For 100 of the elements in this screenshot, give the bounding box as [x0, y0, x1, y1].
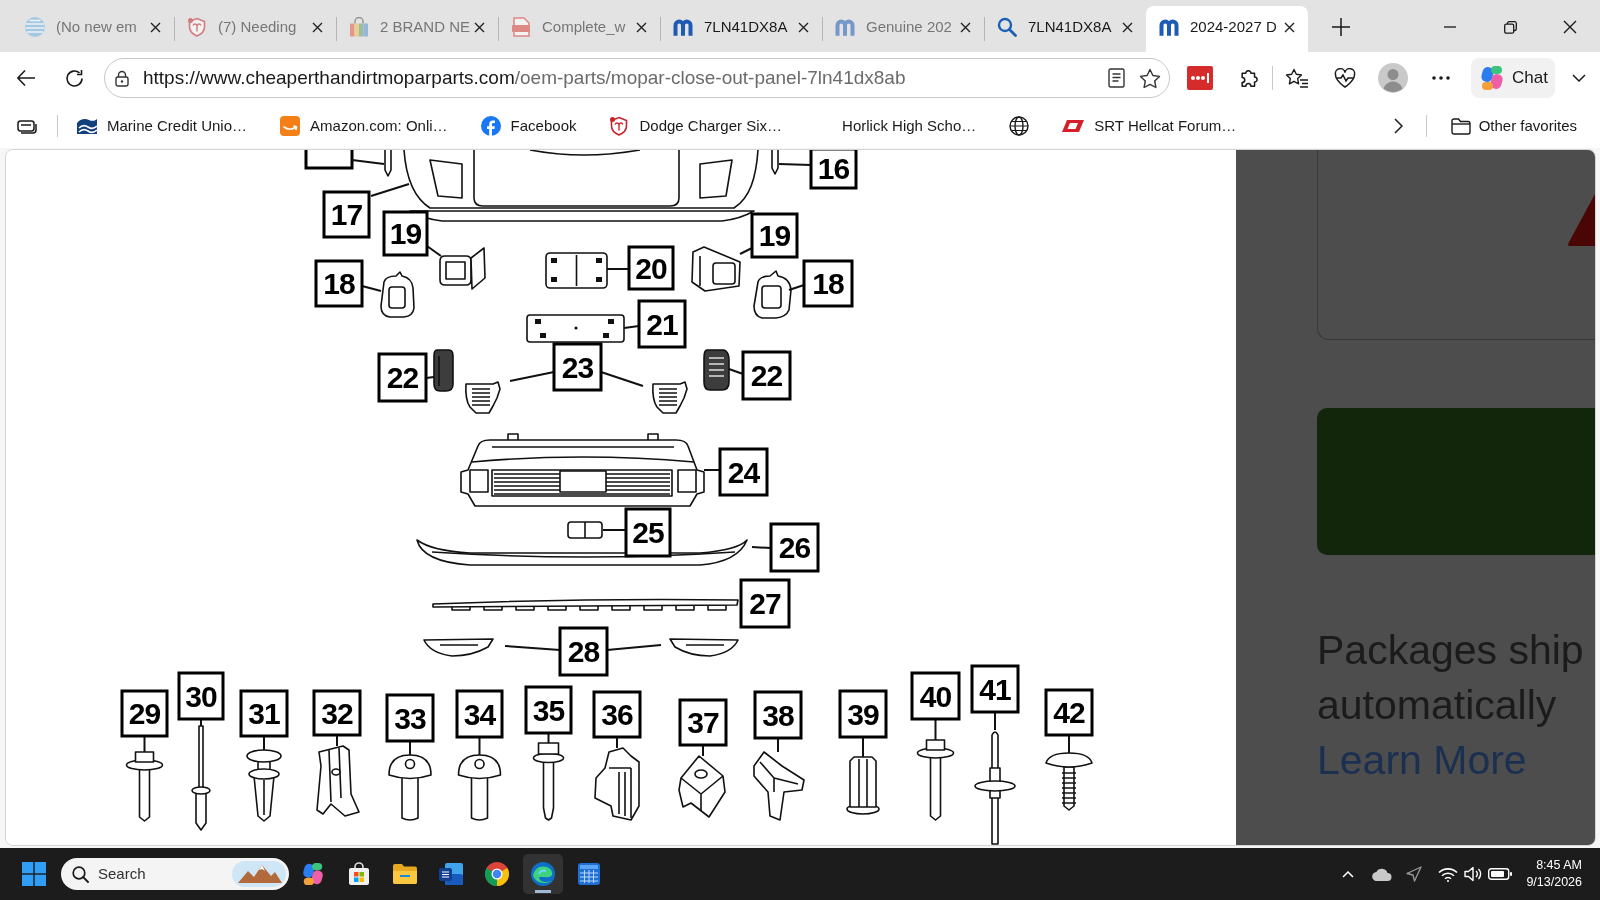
leader-line	[361, 285, 382, 292]
bezel-drawing	[753, 270, 792, 319]
search-icon	[997, 17, 1017, 37]
bookmark-link[interactable]: Amazon.com: Onli…	[280, 114, 448, 138]
clock-button[interactable]: 8:45 AM 9/13/2026	[1522, 857, 1586, 891]
callout-number: 26	[769, 522, 820, 573]
other-favorites-button[interactable]: Other favorites	[1450, 114, 1577, 138]
leader-line	[934, 718, 937, 741]
navigation-arrow-icon[interactable]	[1406, 866, 1423, 882]
u-nut-drawing	[678, 755, 726, 818]
callout-number: 39	[838, 689, 888, 739]
close-icon[interactable]	[473, 21, 485, 33]
restore-icon[interactable]	[1503, 20, 1517, 34]
slanted-logo-icon	[1062, 120, 1085, 132]
segmented-circle-icon	[485, 862, 509, 886]
extension-badge-icon[interactable]	[1187, 66, 1213, 90]
close-icon[interactable]	[1121, 21, 1133, 33]
start-icon[interactable]	[22, 862, 46, 886]
close-icon[interactable]	[797, 21, 809, 33]
chevron-right-icon[interactable]	[1393, 118, 1403, 134]
chat-button[interactable]: Chat	[1471, 58, 1555, 98]
mountain-picture-icon	[232, 861, 286, 887]
leader-line	[504, 645, 561, 651]
browser-tab[interactable]: 7LN41DX8A	[660, 6, 822, 52]
folder-icon	[393, 864, 417, 884]
wifi-icon[interactable]	[1438, 866, 1459, 882]
browser-tab[interactable]: 2024-2027 D	[1146, 6, 1308, 52]
callout-number: 34	[455, 689, 504, 739]
close-icon[interactable]	[1283, 21, 1295, 33]
bezel-drawing	[380, 271, 415, 318]
callout-number: 30	[177, 671, 225, 721]
reload-icon[interactable]	[64, 68, 84, 88]
vent-bezel-drawing	[465, 381, 501, 414]
f-logo-icon	[480, 116, 501, 136]
browser-tab[interactable]: Genuine 202	[822, 6, 984, 52]
browser-tab[interactable]: (7) Needing	[174, 6, 336, 52]
bookmark-link[interactable]: Facebook	[480, 114, 577, 138]
close-icon[interactable]	[149, 21, 161, 33]
back-icon[interactable]	[16, 69, 36, 87]
document-icon	[511, 17, 531, 37]
plus-icon[interactable]	[1332, 18, 1350, 36]
search-icon	[72, 865, 89, 883]
leader-line	[351, 159, 385, 165]
browser-tab[interactable]: Complete_w	[498, 6, 660, 52]
lock-icon[interactable]	[115, 69, 129, 87]
close-icon[interactable]	[959, 21, 971, 33]
leader-line	[370, 183, 410, 197]
callout-number: 22	[741, 350, 792, 401]
bookmark-link[interactable]: Horlick High Scho…	[815, 114, 977, 138]
callout-number: 35	[524, 685, 573, 735]
taskbar-app-button[interactable]	[523, 854, 563, 894]
browser-tab[interactable]: 7LN41DX8A	[984, 6, 1146, 52]
chevron-down-icon[interactable]	[1572, 74, 1586, 82]
leader-line	[751, 546, 772, 549]
extensions-icon[interactable]	[1238, 69, 1258, 87]
close-icon[interactable]	[1563, 20, 1577, 34]
m-logo-icon	[1159, 18, 1179, 36]
deflector-drawing	[423, 638, 494, 657]
close-icon[interactable]	[635, 21, 647, 33]
callout-number: 37	[678, 698, 728, 747]
leader-line	[600, 371, 644, 387]
bookmark-link[interactable]: Marine Credit Unio…	[77, 114, 248, 138]
m-logo-icon	[673, 18, 693, 36]
callout-number: 32	[312, 689, 362, 737]
vent-bezel-drawing	[652, 381, 688, 414]
close-icon[interactable]	[311, 21, 323, 33]
more-icon[interactable]	[1432, 76, 1450, 80]
leader-line	[509, 371, 555, 382]
lamp-cover-drawing	[433, 349, 454, 392]
browser-tab[interactable]: 2 BRAND NE	[336, 6, 498, 52]
callout-number: 36	[592, 690, 642, 739]
cover-plug-drawing	[567, 521, 603, 539]
chevron-up-icon[interactable]	[1342, 870, 1355, 878]
collections-icon[interactable]	[17, 118, 37, 134]
nut-insert-drawing	[846, 756, 880, 815]
shield-icon	[609, 116, 630, 136]
search-box[interactable]: Search	[61, 858, 289, 890]
reader-icon[interactable]	[1108, 68, 1125, 88]
button-head-bolt-drawing	[388, 754, 432, 821]
speaker-icon[interactable]	[1464, 866, 1484, 882]
shopping-bag-icon	[349, 17, 369, 37]
battery-icon[interactable]	[1488, 868, 1513, 880]
shopping-bag-icon	[347, 862, 371, 886]
blob-logo-icon	[1479, 65, 1505, 91]
leader-line	[728, 368, 744, 375]
cloud-icon[interactable]	[1372, 867, 1393, 881]
bookmark-link[interactable]: Dodge Charger Six…	[609, 114, 783, 138]
push-pin-drawing	[1045, 752, 1093, 811]
browser-tab[interactable]: (No new em	[12, 6, 174, 52]
document-tile-icon	[439, 863, 463, 885]
globe-icon[interactable]	[1009, 116, 1030, 136]
callout-number: 38	[753, 690, 803, 740]
favorite-star-icon[interactable]	[1139, 67, 1161, 89]
callout-number: 31	[239, 689, 289, 738]
heart-pulse-icon[interactable]	[1334, 68, 1356, 88]
favorites-icon[interactable]	[1285, 68, 1309, 88]
deflector-drawing	[669, 638, 739, 657]
avatar-icon[interactable]	[1378, 63, 1408, 93]
folder-icon	[1450, 117, 1471, 135]
bookmark-link[interactable]: SRT Hellcat Forum…	[1062, 114, 1237, 138]
